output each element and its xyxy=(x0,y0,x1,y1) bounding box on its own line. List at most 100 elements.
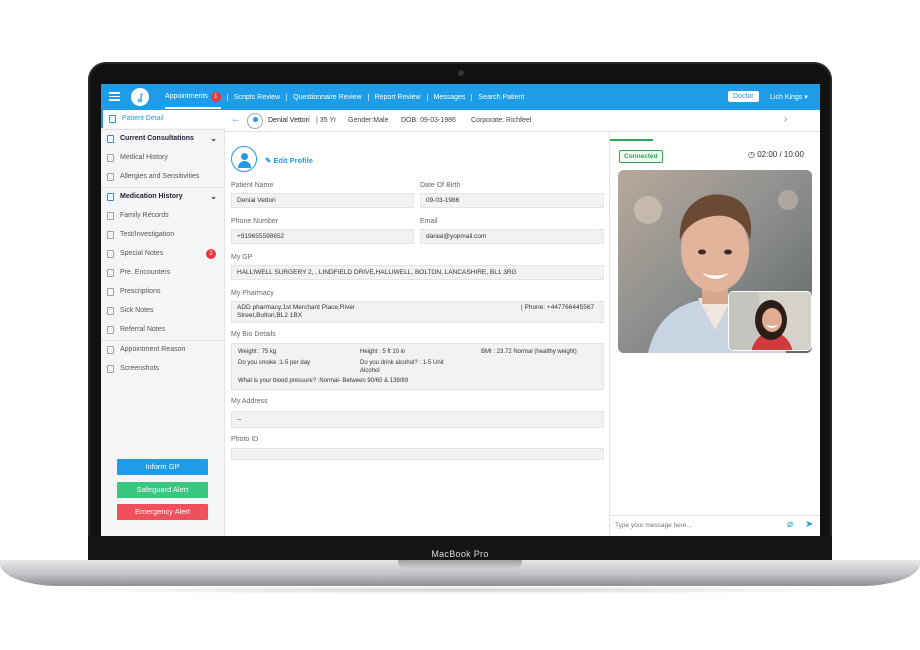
chevron-down-icon: ⌄ xyxy=(210,192,217,201)
sidebar-item-medication-history[interactable]: Medication History ⌄ xyxy=(101,188,225,206)
bio-details-panel: Weight : 75 kg Height : 5 ft 10 in BMI :… xyxy=(231,343,604,390)
sidebar-item-referral-notes[interactable]: Referral Notes xyxy=(101,321,225,339)
chat-input-bar: ⌀ ➤ xyxy=(610,515,820,536)
device-label: MacBook Pro xyxy=(431,549,489,559)
chevron-right-icon[interactable]: › xyxy=(784,114,787,125)
pharmacy-field[interactable]: ADD pharmacy,1st Merchant Place,River St… xyxy=(231,301,604,323)
clock-icon: ◷ xyxy=(748,150,755,159)
patient-summary-bar: ← Denial Vettori | 35 Yr Gender:Male DOB… xyxy=(225,110,820,132)
user-menu[interactable]: Lich Kings ▾ xyxy=(770,93,808,101)
nav-report-review[interactable]: Report Review xyxy=(367,93,427,101)
sidebar-item-sick-notes[interactable]: Sick Notes xyxy=(101,302,225,320)
sidebar-item-prescriptions[interactable]: Prescriptions xyxy=(101,283,225,301)
sidebar-item-appointment-reason[interactable]: Appointment Reason xyxy=(101,341,225,359)
patient-profile-form: ✎ Edit Profile Patient Name Denial Vetto… xyxy=(225,132,609,536)
history-icon xyxy=(107,154,114,162)
remote-video[interactable] xyxy=(618,170,812,353)
gp-field[interactable]: HALLIWELL SURGERY 2, , LINDFIELD DRIVE,H… xyxy=(231,265,604,280)
send-icon[interactable]: ➤ xyxy=(805,519,813,530)
hamburger-menu-icon[interactable] xyxy=(109,92,120,101)
nav-scripts-review[interactable]: Scripts Review xyxy=(226,93,286,101)
sidebar-item-pre-encounters[interactable]: Pre. Encounters xyxy=(101,264,225,282)
encounter-icon xyxy=(107,269,114,277)
pharmacy-phone: | Phone: +447766445567 xyxy=(521,304,595,311)
prescription-icon xyxy=(107,288,114,296)
nav-appointments[interactable]: Appointments 1 xyxy=(159,92,227,109)
sidebar-item-allergies[interactable]: Allergies and Sensitivities xyxy=(101,168,225,186)
appointments-badge: 1 xyxy=(210,92,221,102)
bio-blood-pressure: What is your blood pressure? :Normal- Be… xyxy=(238,378,409,384)
app-logo[interactable]: ʆ xyxy=(131,88,149,106)
consultation-icon xyxy=(107,135,114,143)
calendar-icon xyxy=(107,346,114,354)
sidebar: Patient Detail Current Consultations ⌄ Me… xyxy=(101,110,225,536)
call-progress-indicator xyxy=(610,139,653,141)
bio-bmi: BMI : 23.72 Normal (healthy weight) xyxy=(481,349,577,355)
medication-icon xyxy=(107,193,114,201)
sidebar-item-test-investigation[interactable]: Test/Investigation xyxy=(101,226,225,244)
patient-corporate: Corporate: Richfeel xyxy=(471,117,532,124)
bio-smoke: Do you smoke :1-5 per day xyxy=(238,360,311,366)
laptop-notch xyxy=(398,560,522,569)
sidebar-item-medical-history[interactable]: Medical History xyxy=(101,149,225,167)
sick-note-icon xyxy=(107,307,114,315)
patient-name-label: Patient Name xyxy=(231,182,274,189)
message-input[interactable] xyxy=(615,522,775,529)
user-name: Lich Kings xyxy=(770,94,803,101)
family-icon xyxy=(107,212,114,220)
email-field[interactable]: danial@yopmail.com xyxy=(420,229,604,244)
nav-questionnaire-review[interactable]: Questionnaire Review xyxy=(286,93,367,101)
safeguard-alert-button[interactable]: Safeguard Alert xyxy=(117,482,208,498)
connection-status-badge: Connected xyxy=(619,150,663,163)
photo-id-field[interactable] xyxy=(231,448,604,460)
emergency-alert-button[interactable]: Emergency Alert xyxy=(117,504,208,520)
sidebar-item-screenshots[interactable]: Screenshots xyxy=(101,360,225,378)
dob-label: Date Of Birth xyxy=(420,182,461,189)
role-badge: Doctor xyxy=(728,91,759,102)
top-navigation-bar: ʆ Appointments 1 Scripts Review Questionn… xyxy=(101,84,820,110)
bio-weight: Weight : 75 kg xyxy=(238,349,277,355)
edit-profile-link[interactable]: ✎ Edit Profile xyxy=(265,156,313,165)
email-label: Email xyxy=(420,218,438,225)
app-screen: ʆ Appointments 1 Scripts Review Questionn… xyxy=(101,84,820,536)
photo-id-label: Photo ID xyxy=(231,436,259,443)
patient-dob: DOB: 09-03-1986 xyxy=(401,117,456,124)
paperclip-icon[interactable]: ⌀ xyxy=(787,519,793,530)
bio-alcohol: Do you drink alcohol? : 1-5 Unit xyxy=(360,360,444,366)
gp-label: My GP xyxy=(231,254,253,261)
sidebar-item-patient-detail[interactable]: Patient Detail xyxy=(101,110,225,128)
local-participant-image xyxy=(729,292,811,350)
patient-name-field[interactable]: Denial Vettori xyxy=(231,193,414,208)
referral-icon xyxy=(107,326,114,334)
pharmacy-address-line2: Street,Bolton,BL2 1BX xyxy=(237,312,303,319)
patient-gender: Gender:Male xyxy=(348,117,389,124)
nav-search-patient[interactable]: Search Patient xyxy=(471,93,530,101)
phone-field[interactable]: +919655598652 xyxy=(231,229,414,244)
local-video-pip[interactable] xyxy=(728,291,812,351)
profile-avatar-icon xyxy=(231,146,257,172)
user-card-icon xyxy=(109,115,116,123)
dob-field[interactable]: 09-03-1986 xyxy=(420,193,604,208)
video-call-panel: Connected ◷ 02:00 / 10:00 Type your mess… xyxy=(609,132,820,536)
webcam-icon xyxy=(458,70,464,76)
screenshot-icon xyxy=(107,365,114,373)
sidebar-item-special-notes[interactable]: Special Notes 2 xyxy=(101,245,225,263)
patient-avatar xyxy=(247,113,263,129)
nav-messages[interactable]: Messages xyxy=(426,93,472,101)
bio-alcohol-unit: Alcohol xyxy=(360,368,380,374)
patient-name: Denial Vettori xyxy=(268,117,310,124)
sidebar-item-current-consultations[interactable]: Current Consultations ⌄ xyxy=(101,130,225,148)
sidebar-item-family-records[interactable]: Family Records xyxy=(101,207,225,225)
inform-gp-button[interactable]: Inform GP xyxy=(117,459,208,475)
patient-age: | 35 Yr xyxy=(316,117,337,124)
back-arrow-icon[interactable]: ← xyxy=(231,114,241,125)
allergy-icon xyxy=(107,173,114,181)
chevron-down-icon: ▾ xyxy=(804,94,808,101)
bio-height: Height : 5 ft 10 in xyxy=(360,349,406,355)
main-nav: Appointments 1 Scripts Review Questionnai… xyxy=(159,84,530,110)
special-notes-badge: 2 xyxy=(206,249,216,259)
call-timer: ◷ 02:00 / 10:00 xyxy=(748,150,804,159)
phone-label: Phone Number xyxy=(231,218,279,225)
address-field[interactable]: -- xyxy=(231,411,604,428)
laptop-shadow xyxy=(40,586,880,594)
